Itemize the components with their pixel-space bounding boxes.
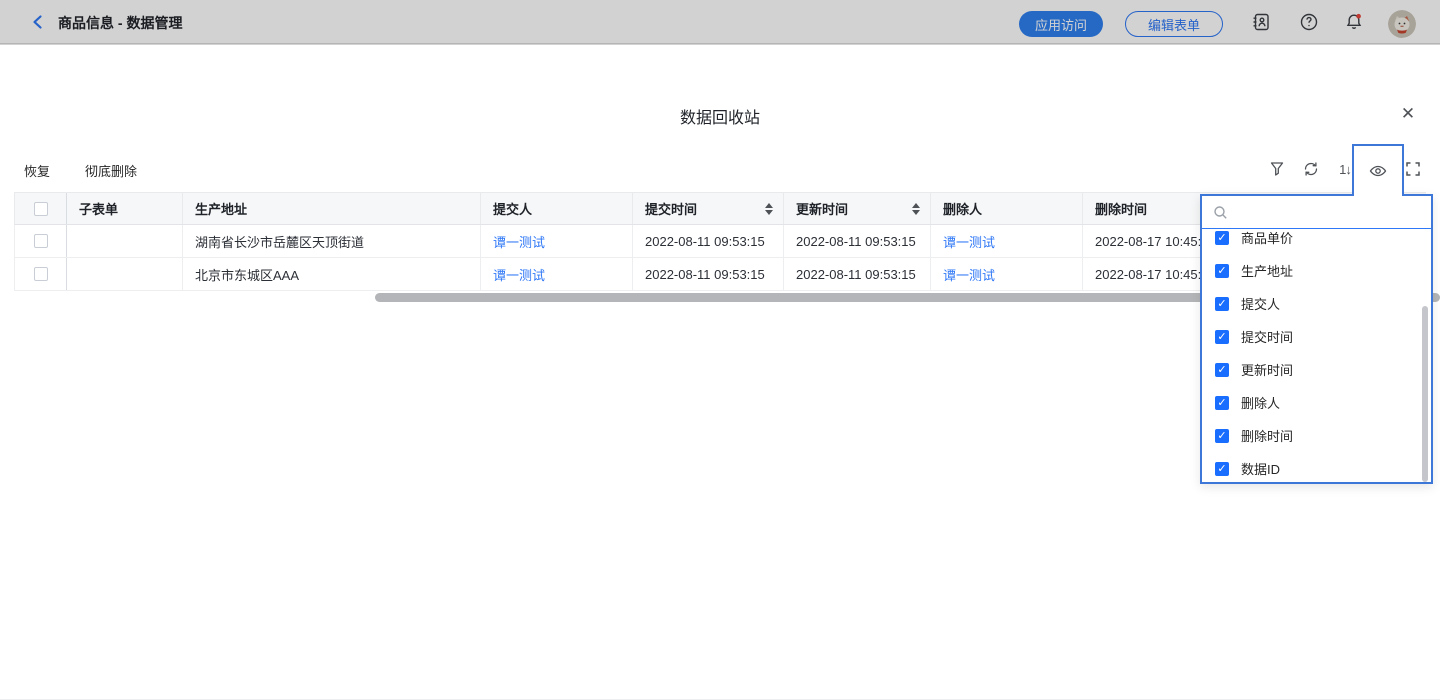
column-option[interactable]: 商品单价 (1202, 230, 1431, 254)
checked-checkbox[interactable] (1215, 363, 1229, 377)
header-submitter: 提交人 (481, 193, 633, 224)
row-deleter-cell: 谭一测试 (931, 225, 1083, 257)
sort-asc-icon (912, 203, 920, 208)
row-subform-cell (67, 225, 183, 257)
eye-icon (1369, 162, 1387, 180)
checked-checkbox[interactable] (1215, 330, 1229, 344)
column-option[interactable]: 提交时间 (1202, 320, 1431, 353)
column-option-label: 生产地址 (1241, 261, 1293, 280)
row-submit-time-cell: 2022-08-11 09:53:15 (633, 225, 784, 257)
row-update-time-cell: 2022-08-11 09:53:15 (784, 258, 931, 290)
back-button[interactable] (30, 14, 46, 30)
sort-icon: 1↓ (1339, 162, 1351, 177)
modal-toolbar: 恢复 彻底删除 (24, 161, 137, 180)
row-submitter-cell: 谭一测试 (481, 225, 633, 257)
column-visibility-panel: 商品单价 生产地址 提交人 提交时间 更新时间 删除人 删除时间 数据ID (1200, 194, 1433, 484)
column-option[interactable]: 删除人 (1202, 386, 1431, 419)
checked-checkbox[interactable] (1215, 297, 1229, 311)
search-icon (1213, 205, 1228, 220)
fullscreen-icon (1405, 161, 1421, 177)
deleter-link[interactable]: 谭一测试 (943, 265, 995, 284)
header-submit-time-label: 提交时间 (645, 199, 697, 218)
app-access-button[interactable]: 应用访问 (1019, 11, 1103, 37)
header-submit-time: 提交时间 (633, 193, 784, 224)
sort-submit-time-button[interactable] (765, 203, 773, 215)
checked-checkbox[interactable] (1215, 462, 1229, 476)
row-deleter-cell: 谭一测试 (931, 258, 1083, 290)
fullscreen-button[interactable] (1404, 160, 1422, 178)
address-book-glyph (1251, 12, 1271, 32)
column-option-label: 删除人 (1241, 393, 1280, 412)
submitter-link[interactable]: 谭一测试 (493, 232, 545, 251)
column-option-label: 删除时间 (1241, 426, 1293, 445)
help-glyph (1299, 12, 1319, 32)
column-option-label: 商品单价 (1241, 230, 1293, 247)
restore-button[interactable]: 恢复 (24, 161, 50, 180)
avatar-image (1388, 10, 1416, 38)
address-book-icon[interactable] (1251, 12, 1271, 32)
row-update-time-cell: 2022-08-11 09:53:15 (784, 225, 931, 257)
sort-desc-icon (765, 210, 773, 215)
row-select-cell (15, 258, 67, 290)
column-visibility-button[interactable] (1352, 144, 1404, 196)
row-address-cell: 湖南省长沙市岳麓区天顶街道 (183, 225, 481, 257)
row-submit-time-cell: 2022-08-11 09:53:15 (633, 258, 784, 290)
column-search-input[interactable] (1236, 196, 1431, 228)
header-update-time: 更新时间 (784, 193, 931, 224)
submitter-link[interactable]: 谭一测试 (493, 265, 545, 284)
column-option[interactable]: 提交人 (1202, 287, 1431, 320)
row-submitter-cell: 谭一测试 (481, 258, 633, 290)
header-subform: 子表单 (67, 193, 183, 224)
column-option[interactable]: 数据ID (1202, 452, 1431, 482)
header-update-time-label: 更新时间 (796, 199, 848, 218)
close-icon[interactable]: ✕ (1398, 104, 1418, 124)
checked-checkbox[interactable] (1215, 231, 1229, 245)
modal-title: 数据回收站 (0, 104, 1440, 128)
page-title: 商品信息 - 数据管理 (58, 13, 182, 33)
column-option[interactable]: 删除时间 (1202, 419, 1431, 452)
sort-update-time-button[interactable] (912, 203, 920, 215)
top-navbar: 商品信息 - 数据管理 应用访问 编辑表单 (0, 0, 1440, 44)
sort-desc-icon (912, 210, 920, 215)
screen: 商品信息 - 数据管理 应用访问 编辑表单 数据回收站 ✕ 恢复 彻底删除 (0, 0, 1440, 700)
column-option[interactable]: 更新时间 (1202, 353, 1431, 386)
checked-checkbox[interactable] (1215, 264, 1229, 278)
column-option[interactable]: 生产地址 (1202, 254, 1431, 287)
notification-bell-icon[interactable] (1344, 12, 1364, 32)
select-all-checkbox[interactable] (34, 202, 48, 216)
help-icon[interactable] (1299, 12, 1319, 32)
purge-button[interactable]: 彻底删除 (85, 161, 137, 180)
funnel-icon (1269, 161, 1285, 177)
row-select-cell (15, 225, 67, 257)
column-option-label: 提交人 (1241, 294, 1280, 313)
sort-asc-icon (765, 203, 773, 208)
filter-button[interactable] (1268, 160, 1286, 178)
row-address-cell: 北京市东城区AAA (183, 258, 481, 290)
row-checkbox[interactable] (34, 267, 48, 281)
checked-checkbox[interactable] (1215, 429, 1229, 443)
bell-glyph (1344, 12, 1364, 32)
column-option-label: 提交时间 (1241, 327, 1293, 346)
edit-form-button[interactable]: 编辑表单 (1125, 11, 1223, 37)
column-option-label: 更新时间 (1241, 360, 1293, 379)
deleter-link[interactable]: 谭一测试 (943, 232, 995, 251)
recycle-bin-modal: 数据回收站 ✕ 恢复 彻底删除 1↓ 子表单 生产地址 (0, 44, 1440, 700)
refresh-icon (1303, 161, 1319, 177)
column-option-label: 数据ID (1241, 459, 1280, 478)
refresh-button[interactable] (1302, 160, 1320, 178)
header-address: 生产地址 (183, 193, 481, 224)
panel-search-bar (1202, 196, 1431, 229)
column-checklist: 商品单价 生产地址 提交人 提交时间 更新时间 删除人 删除时间 数据ID (1202, 230, 1431, 482)
header-deleter: 删除人 (931, 193, 1083, 224)
row-subform-cell (67, 258, 183, 290)
checked-checkbox[interactable] (1215, 396, 1229, 410)
panel-scrollbar[interactable] (1422, 306, 1428, 482)
row-checkbox[interactable] (34, 234, 48, 248)
user-avatar[interactable] (1388, 10, 1416, 38)
header-select-all-cell (15, 193, 67, 224)
chevron-left-icon (30, 14, 46, 30)
